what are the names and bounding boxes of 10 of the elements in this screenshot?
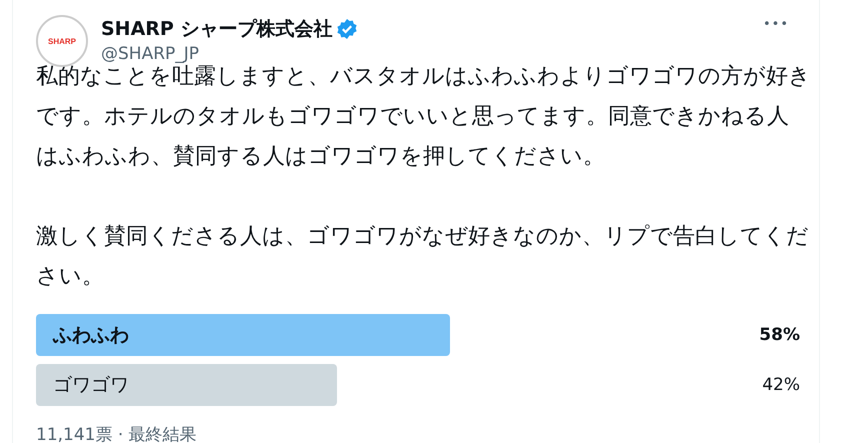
poll-percent: 58% xyxy=(759,325,800,345)
poll-summary: 11,141票 · 最終結果 xyxy=(36,424,198,443)
author-handle[interactable]: @SHARP_JP xyxy=(101,44,358,64)
more-button[interactable]: ••• xyxy=(762,17,789,32)
author-name[interactable]: SHARP シャープ株式会社 xyxy=(101,16,332,42)
tweet-paragraph: 激しく賛同くださる人は、ゴワゴワがなぜ好きなのか、リプで告白してください。 xyxy=(36,223,810,291)
avatar-logo: SHARP xyxy=(48,36,76,46)
poll-percent: 42% xyxy=(762,375,800,395)
poll-option-label: ふわふわ xyxy=(52,323,129,348)
poll-option-label: ゴワゴワ xyxy=(52,373,129,398)
